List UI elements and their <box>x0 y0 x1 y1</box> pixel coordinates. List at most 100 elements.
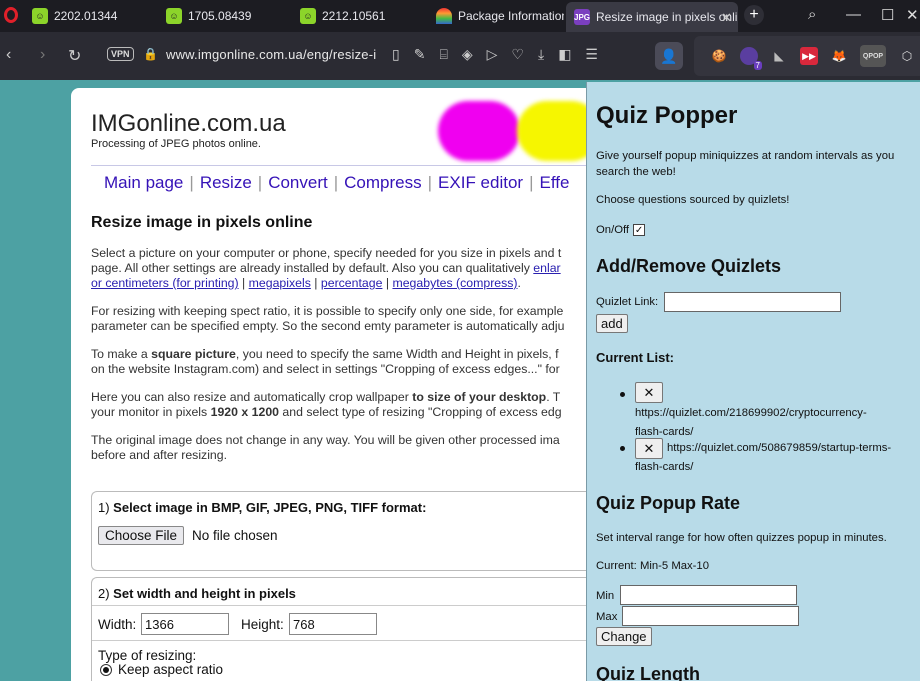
height-label: Height: <box>241 617 284 632</box>
edit-icon[interactable]: ✎ <box>414 46 426 63</box>
qpop-extension-icon[interactable]: QPOP <box>860 45 886 67</box>
close-tab-icon[interactable]: ✕ <box>721 10 732 26</box>
site-tagline: Processing of JPEG photos online. <box>91 138 261 150</box>
reader-icon[interactable]: ▯ <box>392 46 400 63</box>
address-bar: ‹ › ↻ VPN 🔒 www.imgonline.com.ua/eng/res… <box>0 32 920 80</box>
url-field[interactable]: www.imgonline.com.ua/eng/resize-i <box>166 47 376 62</box>
tab-title: Resize image in pixels onli <box>596 10 738 24</box>
height-input[interactable] <box>289 613 377 635</box>
resize-type-label: Type of resizing: <box>98 648 197 663</box>
purple-extension-icon[interactable]: 7 <box>740 47 762 70</box>
rate-description: Set interval range for how often quizzes… <box>596 532 887 544</box>
video-extension-icon[interactable]: ▶▶ <box>800 47 818 65</box>
camera-icon[interactable]: ⌸ <box>439 46 447 63</box>
megapixels-link[interactable]: megapixels <box>249 276 311 290</box>
text-bold: to size of your desktop <box>412 390 547 404</box>
text-bold: square picture <box>151 347 236 361</box>
text-part: To make a <box>91 347 152 361</box>
text-end: . <box>517 276 521 290</box>
rate-current: Current: Min-5 Max-10 <box>596 560 710 572</box>
lock-icon[interactable]: 🔒 <box>143 47 158 61</box>
width-input[interactable] <box>141 613 229 635</box>
onoff-label: On/Off <box>596 224 630 236</box>
percentage-link[interactable]: percentage <box>321 276 383 290</box>
menu-effects[interactable]: Effe <box>540 173 570 192</box>
keep-aspect-radio[interactable] <box>100 664 112 676</box>
send-icon[interactable]: ▷ <box>487 46 498 63</box>
onoff-checkbox[interactable]: ✓ <box>633 224 646 237</box>
add-quizlet-button[interactable]: add <box>596 314 628 333</box>
search-tabs-icon[interactable]: ⌕ <box>808 6 816 23</box>
maximize-icon[interactable]: ☐ <box>881 6 894 24</box>
remove-quizlet-button[interactable]: ✕ <box>635 438 663 459</box>
remove-quizlet-button[interactable]: ✕ <box>635 382 663 403</box>
shield-icon[interactable]: ◈ <box>462 46 473 63</box>
change-rate-button[interactable]: Change <box>596 627 652 646</box>
max-input[interactable] <box>622 606 799 626</box>
profile-icon[interactable]: 👤 <box>655 42 683 70</box>
site-menu: Main page | Resize | Convert | Compress | EXIF e… <box>104 173 570 192</box>
tab-4[interactable]: Package Information <box>428 0 564 32</box>
text-line: Select a picture on your computer or pho… <box>91 246 562 260</box>
green-face-icon: ☺ <box>300 8 316 24</box>
text-part: . T <box>546 390 561 404</box>
step1-panel: 1) Select image in BMP, GIF, JPEG, PNG, … <box>91 491 601 571</box>
enlarge-link[interactable]: enlar <box>533 261 560 275</box>
text-line: on the website Instagram.com) and select… <box>91 362 560 376</box>
extensions-cube-icon[interactable]: ⬡ <box>898 47 916 65</box>
step2-panel: 2) Set width and height in pixels Width:… <box>91 577 602 681</box>
bookmark-extension-icon[interactable]: ◣ <box>770 47 788 65</box>
new-tab-button[interactable]: + <box>744 5 764 25</box>
menu-main-page[interactable]: Main page <box>104 173 183 192</box>
square-paragraph: To make a square picture, you need to sp… <box>91 347 601 377</box>
tab-3[interactable]: ☺ 2212.10561 <box>292 0 426 32</box>
keep-aspect-label: Keep aspect ratio <box>118 662 224 677</box>
download-icon[interactable]: ⤓ <box>538 46 544 63</box>
min-input[interactable] <box>620 585 797 605</box>
tab-5-active[interactable]: JPG Resize image in pixels onli ✕ <box>566 2 738 32</box>
site-logo[interactable]: IMGonline.com.ua <box>91 110 286 138</box>
menu-compress[interactable]: Compress <box>344 173 421 192</box>
choose-file-button[interactable]: Choose File <box>98 526 185 545</box>
megabytes-link[interactable]: megabytes (compress) <box>392 276 517 290</box>
aspect-paragraph: For resizing with keeping spect ratio, i… <box>91 304 601 334</box>
rate-heading: Quiz Popup Rate <box>596 493 740 513</box>
quizlet-url: flash-cards/ <box>635 461 694 473</box>
address-actions: ▯ ✎ ⌸ ◈ ▷ ♡ ⤓ ◧ ☰ <box>392 46 598 63</box>
settings-sliders-icon[interactable]: ☰ <box>585 46 598 63</box>
close-window-icon[interactable]: ✕ <box>906 6 919 24</box>
minimize-icon[interactable]: — <box>846 6 861 23</box>
quizlet-url: https://quizlet.com/218699902/cryptocurr… <box>635 407 867 419</box>
wallpaper-paragraph: Here you can also resize and automatical… <box>91 390 601 420</box>
cookie-icon[interactable]: 🍪 <box>710 47 728 65</box>
intro-paragraph: Select a picture on your computer or pho… <box>91 246 601 291</box>
no-file-label: No file chosen <box>192 528 278 543</box>
heart-icon[interactable]: ♡ <box>511 46 524 63</box>
forward-icon[interactable]: › <box>40 46 45 64</box>
step1-title: 1) Select image in BMP, GIF, JPEG, PNG, … <box>98 500 601 515</box>
menu-resize[interactable]: Resize <box>200 173 252 192</box>
text-part: Here you can also resize and automatical… <box>91 390 413 404</box>
centimeters-link[interactable]: or centimeters (for printing) <box>91 276 239 290</box>
popup-title: Quiz Popper <box>596 102 738 129</box>
tab-title: 2212.10561 <box>322 9 386 23</box>
tab-2[interactable]: ☺ 1705.08439 <box>158 0 292 32</box>
header-divider <box>91 165 601 166</box>
list-bullet <box>620 392 625 397</box>
reload-icon[interactable]: ↻ <box>68 46 81 66</box>
menu-exif-editor[interactable]: EXIF editor <box>438 173 523 192</box>
website-content: IMGonline.com.ua Processing of JPEG phot… <box>71 88 602 681</box>
step-title-text: Select image in BMP, GIF, JPEG, PNG, TIF… <box>113 500 427 515</box>
quizlet-link-input[interactable] <box>664 292 841 312</box>
quizlet-list-item-cont: flash-cards/ <box>635 458 905 477</box>
back-icon[interactable]: ‹ <box>6 46 11 64</box>
vpn-badge[interactable]: VPN <box>107 47 134 61</box>
text-line: page. All other settings are already ins… <box>91 261 534 275</box>
opera-logo-icon[interactable] <box>4 7 18 23</box>
tab-1[interactable]: ☺ 2202.01344 <box>24 0 158 32</box>
text-bold: 1920 x 1200 <box>210 405 279 419</box>
sidebar-icon[interactable]: ◧ <box>558 46 571 63</box>
metamask-fox-icon[interactable]: 🦊 <box>830 47 848 65</box>
original-paragraph: The original image does not change in an… <box>91 433 601 463</box>
menu-convert[interactable]: Convert <box>268 173 328 192</box>
